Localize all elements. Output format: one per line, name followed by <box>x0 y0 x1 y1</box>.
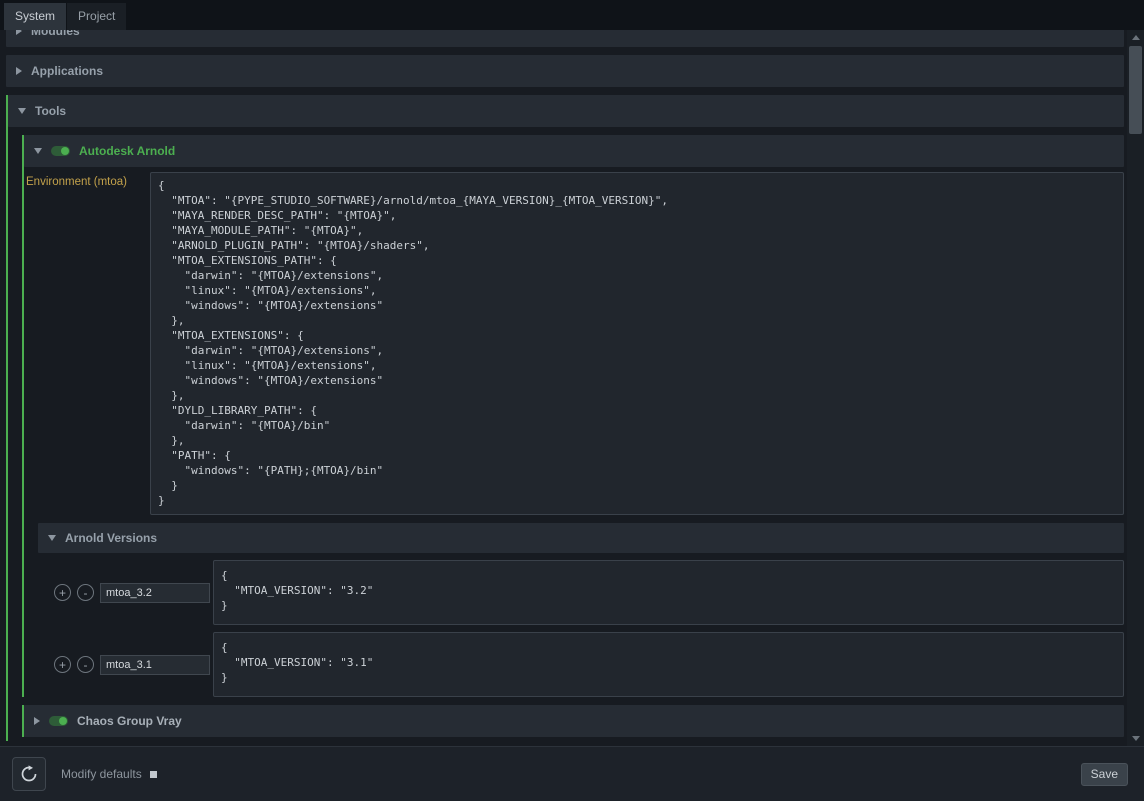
group-autodesk-arnold: Autodesk Arnold Environment (mtoa) { "MT… <box>22 135 1124 697</box>
add-item-button[interactable]: + <box>54 656 71 673</box>
footer-bar: Modify defaults Save <box>0 746 1144 801</box>
collapse-arrow-icon <box>16 67 22 75</box>
section-header-applications[interactable]: Applications <box>6 55 1124 87</box>
scrollbar-down-arrow-icon[interactable] <box>1127 731 1144 746</box>
expand-arrow-icon <box>34 148 42 154</box>
arnold-versions-content: + - { "MTOA_VERSION": "3.2" } + - <box>38 553 1124 697</box>
enabled-toggle-icon[interactable] <box>49 716 68 726</box>
scrollbar-up-arrow-icon[interactable] <box>1127 30 1144 45</box>
section-label-modules: Modules <box>31 30 80 38</box>
version-json-input[interactable]: { "MTOA_VERSION": "3.1" } <box>213 632 1124 697</box>
version-key-input[interactable] <box>100 655 210 675</box>
tab-system[interactable]: System <box>4 3 66 30</box>
group-chaos-group-vray: Chaos Group Vray <box>22 705 1124 737</box>
environment-json-input[interactable]: { "MTOA": "{PYPE_STUDIO_SOFTWARE}/arnold… <box>150 172 1124 515</box>
remove-item-button[interactable]: - <box>77 584 94 601</box>
refresh-icon <box>20 765 38 783</box>
group-label-chaos-group-vray: Chaos Group Vray <box>77 714 182 728</box>
collapse-arrow-icon <box>16 30 22 35</box>
scrollbar-thumb[interactable] <box>1129 46 1142 134</box>
group-header-autodesk-arnold[interactable]: Autodesk Arnold <box>24 135 1124 167</box>
group-label-arnold-versions: Arnold Versions <box>65 531 157 545</box>
save-button[interactable]: Save <box>1081 763 1128 786</box>
version-row-mtoa-3-1: + - { "MTOA_VERSION": "3.1" } <box>54 632 1124 697</box>
settings-scroll-area: Modules Applications Tools <box>0 30 1127 746</box>
tools-content: Autodesk Arnold Environment (mtoa) { "MT… <box>8 127 1124 741</box>
section-label-tools: Tools <box>35 104 66 118</box>
group-header-chaos-group-vray[interactable]: Chaos Group Vray <box>24 705 1124 737</box>
environment-field-row: Environment (mtoa) { "MTOA": "{PYPE_STUD… <box>24 172 1124 515</box>
vertical-scrollbar[interactable] <box>1127 30 1144 746</box>
section-header-modules[interactable]: Modules <box>6 30 1124 47</box>
settings-window: System Project Modules Applications <box>0 0 1144 801</box>
environment-label: Environment (mtoa) <box>24 172 150 188</box>
group-arnold-versions: Arnold Versions + - { "MTOA_VERSION": "3… <box>38 523 1124 697</box>
expand-arrow-icon <box>48 535 56 541</box>
add-item-button[interactable]: + <box>54 584 71 601</box>
section-label-applications: Applications <box>31 64 103 78</box>
enabled-toggle-icon[interactable] <box>51 146 70 156</box>
collapse-arrow-icon <box>34 717 40 725</box>
version-row-mtoa-3-2: + - { "MTOA_VERSION": "3.2" } <box>54 560 1124 625</box>
group-header-arnold-versions[interactable]: Arnold Versions <box>38 523 1124 553</box>
section-tools: Tools Autodesk Arnold Envir <box>6 95 1124 741</box>
refresh-button[interactable] <box>12 757 46 791</box>
group-label-autodesk-arnold: Autodesk Arnold <box>79 144 175 158</box>
version-key-input[interactable] <box>100 583 210 603</box>
version-json-input[interactable]: { "MTOA_VERSION": "3.2" } <box>213 560 1124 625</box>
arnold-content: Environment (mtoa) { "MTOA": "{PYPE_STUD… <box>24 167 1124 697</box>
tab-project[interactable]: Project <box>67 3 126 30</box>
remove-item-button[interactable]: - <box>77 656 94 673</box>
main-tab-bar: System Project <box>0 0 1144 30</box>
expand-arrow-icon <box>18 108 26 114</box>
modify-defaults-checkbox[interactable] <box>150 771 157 778</box>
section-applications: Applications <box>6 55 1124 87</box>
section-header-tools[interactable]: Tools <box>8 95 1124 127</box>
content-area: Modules Applications Tools <box>0 30 1144 746</box>
modify-defaults-label: Modify defaults <box>61 767 142 781</box>
section-modules: Modules <box>6 30 1124 47</box>
